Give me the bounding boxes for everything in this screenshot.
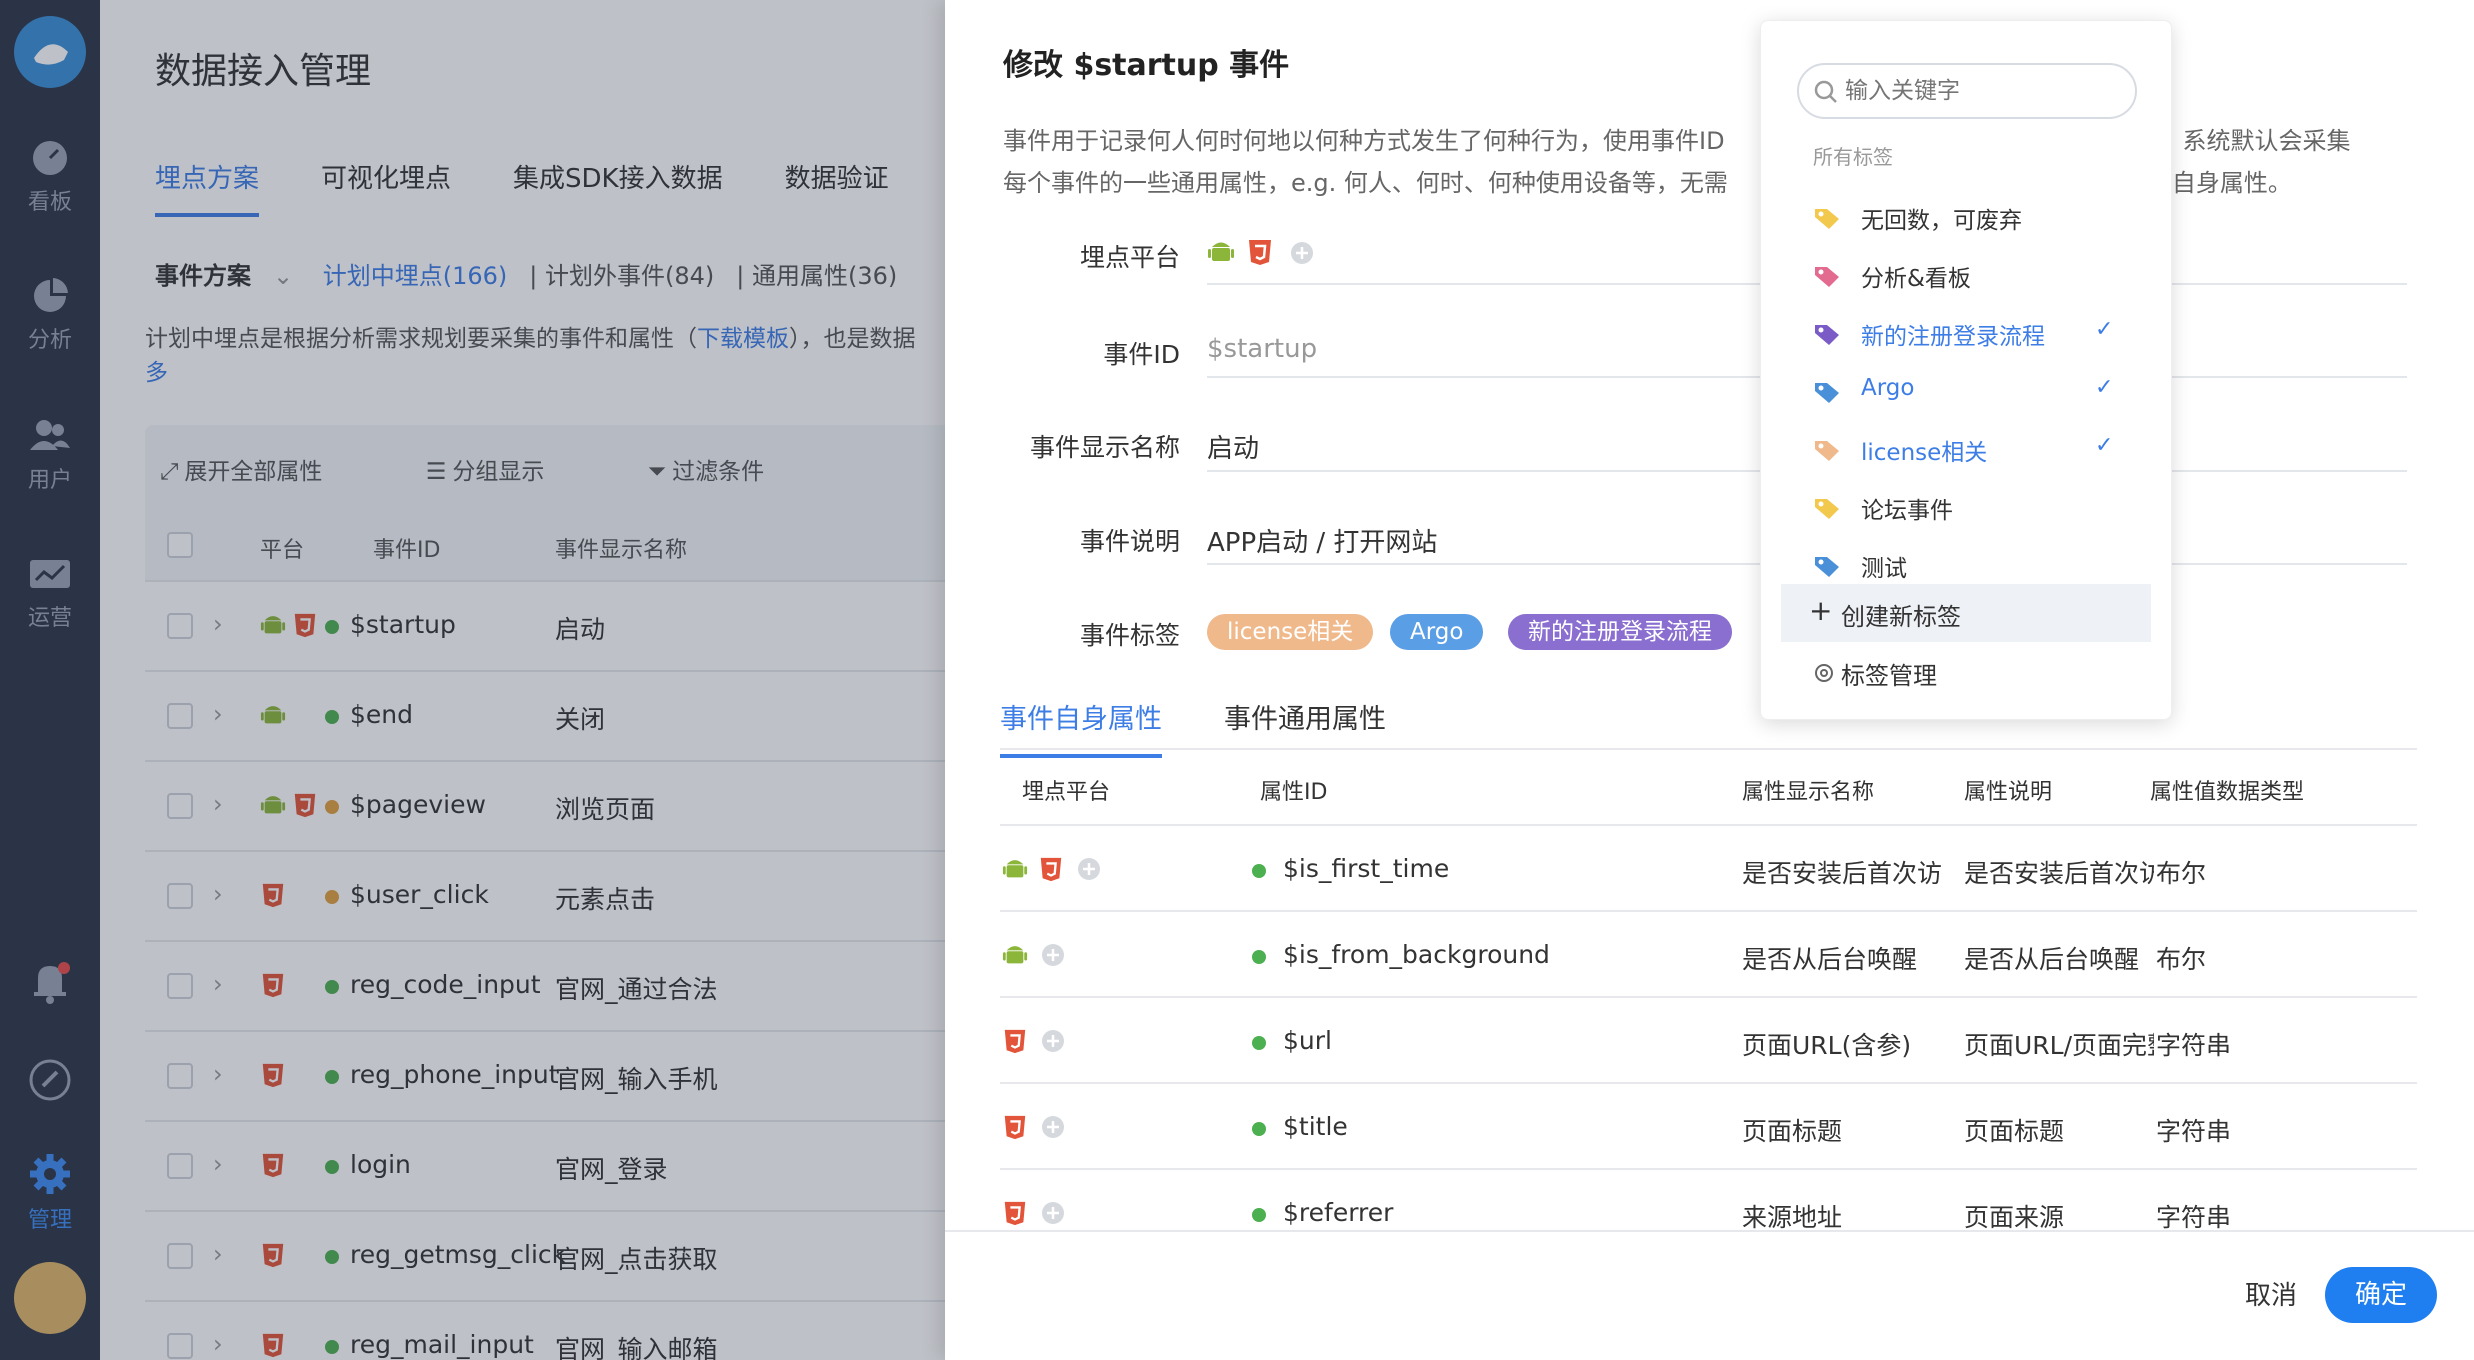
android-icon[interactable] (1207, 238, 1235, 266)
property-name-cell: 来源地址 (1742, 1203, 1843, 1232)
platform-label: 埋点平台 (1079, 243, 1180, 272)
cancel-button[interactable]: 取消 (2245, 1275, 2297, 1312)
check-icon: ✓ (2095, 317, 2114, 342)
property-name-cell: 是否安装后首次访问 (1742, 859, 1942, 888)
event-id-label: 事件ID (1103, 340, 1180, 369)
property-desc-cell: 页面来源 (1964, 1203, 2065, 1232)
tag-option[interactable]: 论坛事件 (1801, 485, 2141, 529)
html5-icon (1040, 857, 1062, 882)
display-name-field[interactable]: 启动 (1207, 428, 1259, 465)
html5-icon (1004, 1201, 1026, 1226)
platform-icons (1207, 238, 1315, 270)
property-row[interactable]: $referrer 来源地址 页面来源 字符串 (1000, 1168, 2417, 1254)
property-type-cell: 布尔 (2156, 859, 2207, 888)
html5-icon[interactable] (1246, 238, 1274, 266)
tag-icon (1815, 499, 1839, 519)
add-platform-icon (1042, 1030, 1064, 1052)
add-platform-icon (1042, 944, 1064, 966)
property-row[interactable]: $is_from_background 是否从后台唤醒 是否从后台唤醒 布尔 (1000, 910, 2417, 996)
create-tag-button[interactable]: + 创建新标签 (1781, 584, 2151, 642)
html5-icon (1004, 1029, 1026, 1054)
status-dot (1252, 1208, 1266, 1222)
display-name-label: 事件显示名称 (1029, 433, 1180, 462)
status-dot (1252, 950, 1266, 964)
tag-icon (1815, 209, 1839, 229)
plus-icon: + (1809, 594, 1833, 627)
status-dot (1252, 864, 1266, 878)
property-id-cell: $is_first_time (1283, 854, 1450, 883)
status-dot (1252, 1036, 1266, 1050)
property-row[interactable]: $url 页面URL(含参) 页面URL/页面完整 字符串 (1000, 996, 2417, 1082)
tag-icon (1815, 557, 1839, 577)
property-desc-cell: 页面URL/页面完整 (1964, 1031, 2154, 1060)
search-icon (1814, 80, 1837, 103)
property-name-cell: 页面URL(含参) (1742, 1031, 1912, 1060)
property-id-cell: $referrer (1283, 1198, 1394, 1227)
property-type-cell: 字符串 (2156, 1117, 2232, 1146)
drawer-title: 修改 $startup 事件 (1003, 48, 1290, 83)
event-tag-chip[interactable]: license相关 (1207, 614, 1374, 650)
tag-icon (1815, 441, 1839, 461)
drawer-description: 事件用于记录何人何时何地以何种方式发生了何种行为，使用事件ID 息。系统默认会采集… (1003, 127, 2351, 197)
property-id-cell: $url (1283, 1026, 1332, 1055)
add-platform-icon (1042, 1202, 1064, 1224)
tab-common-properties[interactable]: 事件通用属性 (1224, 697, 1386, 754)
check-icon: ✓ (2095, 375, 2114, 400)
add-platform-icon[interactable] (1289, 240, 1315, 266)
property-row[interactable]: $is_first_time是否安装后首次访问是否安装后首次访问布尔 (1000, 824, 2417, 910)
settings-icon (1815, 664, 1833, 682)
event-id-field[interactable]: $startup (1207, 334, 1317, 364)
tag-option[interactable]: license相关 ✓ (1801, 427, 2141, 471)
tag-icon (1815, 325, 1839, 345)
tag-option[interactable]: 测试 (1801, 543, 2141, 587)
modal-overlay[interactable] (0, 0, 945, 1360)
description-label: 事件说明 (1079, 527, 1180, 556)
all-tags-heading: 所有标签 (1813, 145, 1893, 169)
edit-event-drawer: 修改 $startup 事件 事件用于记录何人何时何地以何种方式发生了何种行为，… (945, 0, 2474, 1360)
tag-icon (1815, 267, 1839, 287)
add-platform-icon (1042, 1116, 1064, 1138)
property-id-cell: $is_from_background (1283, 940, 1550, 969)
tag-dropdown: 所有标签 无回数，可废弃分析&看板新的注册登录流程✓ Argo✓ license相关… (1760, 20, 2172, 720)
android-icon (1002, 860, 1028, 878)
event-tag-chip[interactable]: 新的注册登录流程 (1508, 614, 1732, 650)
add-platform-icon (1078, 858, 1100, 880)
status-dot (1252, 1122, 1266, 1136)
tag-search (1797, 63, 2137, 119)
html5-icon (1004, 1115, 1026, 1140)
property-desc-cell: 是否安装后首次访问 (1964, 859, 2154, 888)
property-row[interactable]: $title 页面标题 页面标题 字符串 (1000, 1082, 2417, 1168)
tag-search-input[interactable] (1845, 75, 2115, 107)
property-name-cell: 页面标题 (1742, 1117, 1843, 1146)
tag-option[interactable]: Argo ✓ (1801, 369, 2141, 413)
android-icon (1002, 946, 1028, 964)
event-tag-chip[interactable]: Argo (1390, 614, 1484, 650)
check-icon: ✓ (2095, 433, 2114, 458)
property-name-cell: 是否从后台唤醒 (1742, 945, 1918, 974)
tags-label: 事件标签 (1079, 621, 1180, 650)
confirm-button[interactable]: 确定 (2325, 1267, 2437, 1323)
property-id-cell: $title (1283, 1112, 1348, 1141)
property-type-cell: 字符串 (2156, 1031, 2232, 1060)
tag-option[interactable]: 新的注册登录流程 ✓ (1801, 311, 2141, 355)
property-desc-cell: 页面标题 (1964, 1117, 2065, 1146)
description-field[interactable]: APP启动 / 打开网站 (1207, 522, 1437, 559)
property-type-cell: 布尔 (2156, 945, 2207, 974)
tag-option[interactable]: 无回数，可废弃 (1801, 195, 2141, 239)
tag-option[interactable]: 分析&看板 (1801, 253, 2141, 297)
property-type-cell: 字符串 (2156, 1203, 2232, 1232)
property-desc-cell: 是否从后台唤醒 (1964, 945, 2140, 974)
tag-icon (1815, 383, 1839, 403)
